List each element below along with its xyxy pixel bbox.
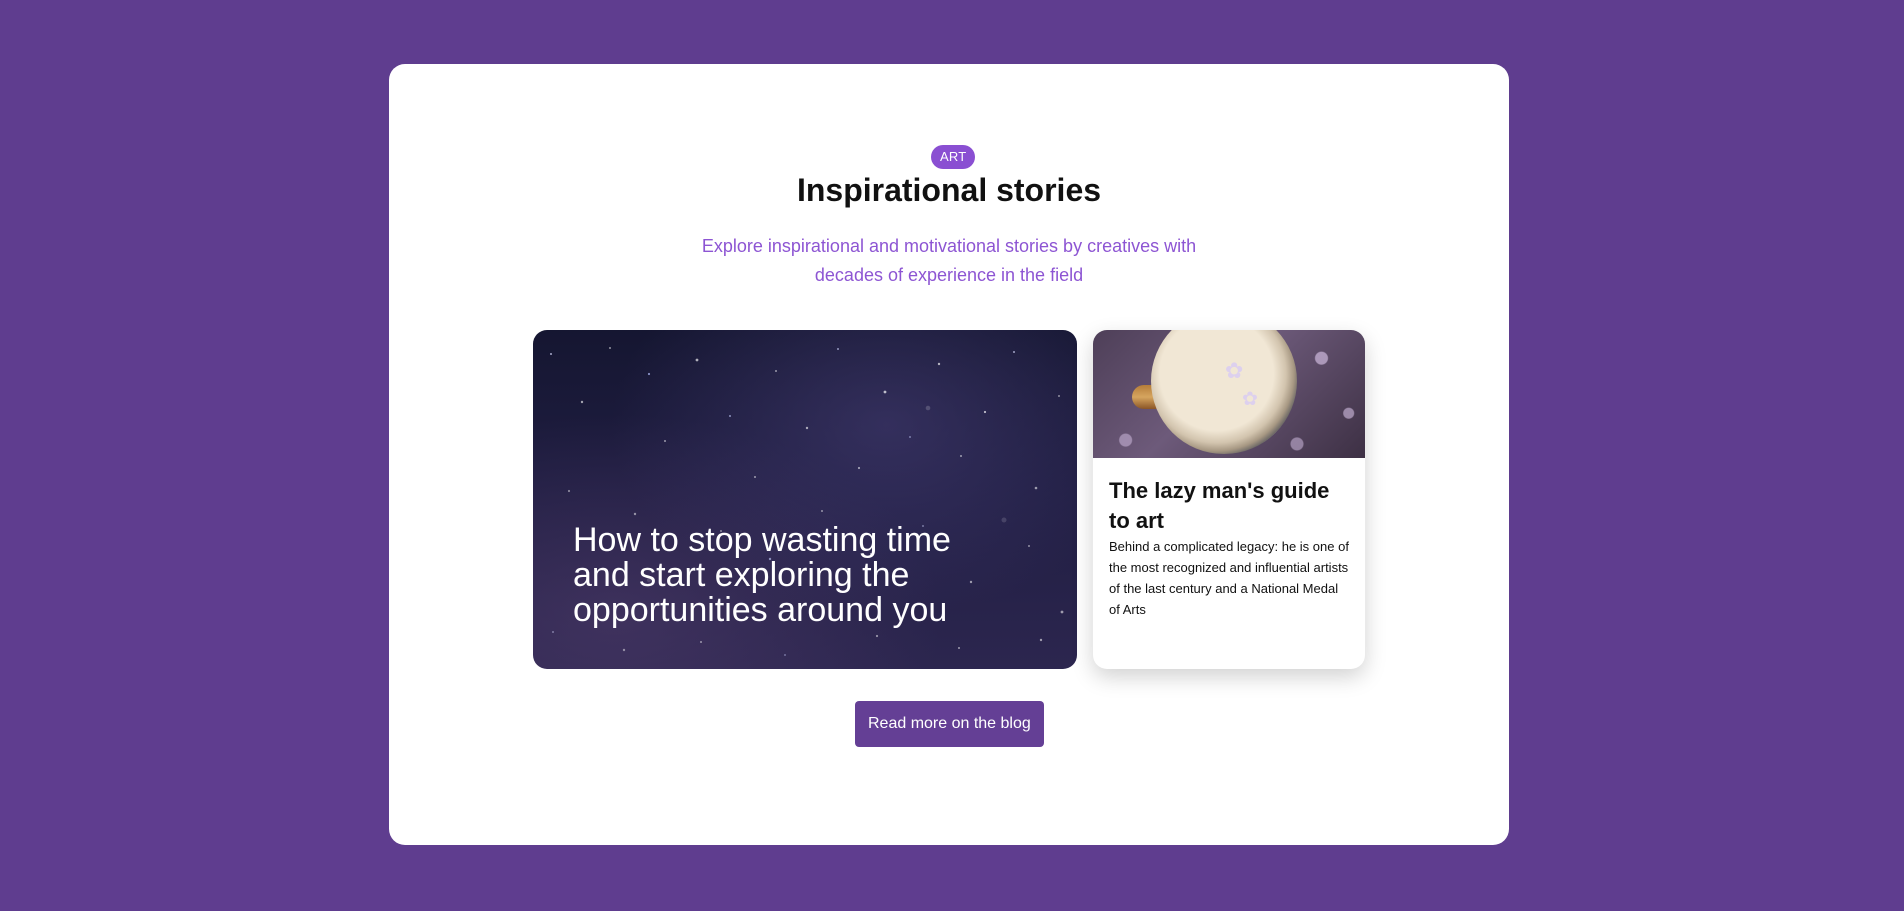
- lilac-flower-icon: ✿: [1242, 389, 1258, 410]
- side-story-description: Behind a complicated legacy: he is one o…: [1109, 539, 1349, 617]
- stories-panel: ART Inspirational stories Explore inspir…: [389, 64, 1509, 845]
- featured-story-title[interactable]: How to stop wasting time and start explo…: [573, 523, 993, 628]
- coffee-cup-image: ✿ ✿: [1093, 330, 1365, 458]
- read-more-button[interactable]: Read more on the blog: [855, 701, 1044, 747]
- side-story-card[interactable]: ✿ ✿ The lazy man's guide to art Behind a…: [1093, 330, 1365, 669]
- coffee-cup: [1151, 330, 1297, 454]
- featured-story-card[interactable]: How to stop wasting time and start explo…: [533, 330, 1077, 669]
- section-title: Inspirational stories: [796, 172, 1102, 208]
- category-badge: ART: [931, 145, 976, 169]
- section-subtitle: Explore inspirational and motivational s…: [701, 236, 1197, 285]
- side-story-title[interactable]: The lazy man's guide to art: [1109, 476, 1349, 536]
- lilac-flower-icon: ✿: [1225, 358, 1244, 383]
